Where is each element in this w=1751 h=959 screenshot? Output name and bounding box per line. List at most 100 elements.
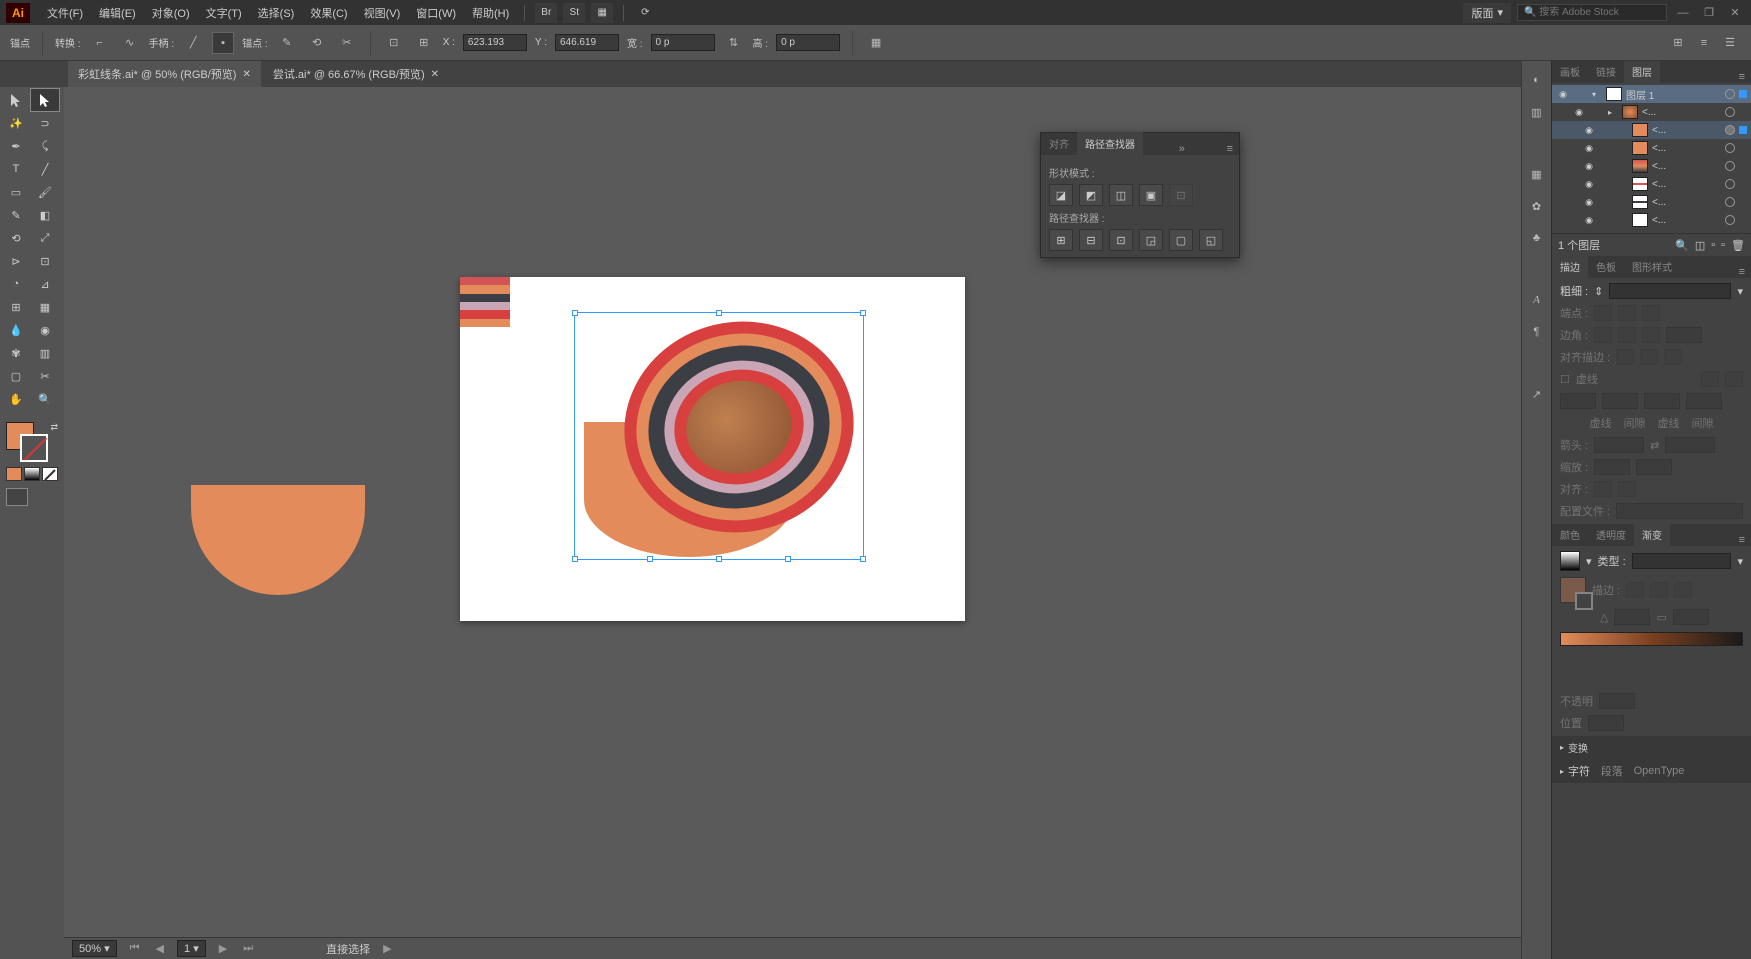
exclude-button[interactable]: ▣: [1139, 184, 1163, 206]
panel-menu-icon[interactable]: ≡: [1733, 534, 1751, 546]
artboard-nav-field[interactable]: 1 ▾: [177, 940, 206, 957]
screen-mode-button[interactable]: [2, 484, 62, 510]
menu-type[interactable]: 文字(T): [199, 2, 249, 24]
rotate-tool[interactable]: ⟲: [2, 227, 30, 249]
menu-effect[interactable]: 效果(C): [303, 2, 354, 24]
menu-file[interactable]: 文件(F): [40, 2, 90, 24]
gradient-slider[interactable]: [1560, 650, 1743, 690]
gradient-fill-stroke[interactable]: [1560, 577, 1586, 603]
isolate-icon[interactable]: ⊡: [383, 32, 405, 54]
paintbrush-tool[interactable]: 🖌: [31, 181, 59, 203]
convert-smooth-icon[interactable]: ∿: [119, 32, 141, 54]
tab-graphic-styles[interactable]: 图形样式: [1624, 255, 1680, 278]
perspective-grid-tool[interactable]: ⊿: [31, 273, 59, 295]
width-tool[interactable]: ⊳: [2, 250, 30, 272]
layer-row[interactable]: ◉ <...: [1552, 193, 1751, 211]
control-menu-icon[interactable]: ☰: [1719, 32, 1741, 54]
link-wh-icon[interactable]: ⇅: [723, 32, 745, 54]
w-field[interactable]: [651, 34, 715, 51]
eraser-tool[interactable]: ◧: [31, 204, 59, 226]
menu-view[interactable]: 视图(V): [357, 2, 408, 24]
slice-tool[interactable]: ✂: [31, 365, 59, 387]
dock-color-icon[interactable]: ◐: [1526, 69, 1548, 91]
search-stock-input[interactable]: [1517, 4, 1667, 21]
stroke-weight-field[interactable]: [1609, 283, 1731, 299]
menu-edit[interactable]: 编辑(E): [92, 2, 143, 24]
gradient-tool[interactable]: ▦: [31, 296, 59, 318]
minus-back-button[interactable]: ◱: [1199, 229, 1223, 251]
window-close-button[interactable]: ✕: [1725, 5, 1745, 20]
tab-pathfinder[interactable]: 路径查找器: [1077, 132, 1143, 155]
trash-icon[interactable]: 🗑: [1731, 239, 1745, 252]
dock-swatches-icon[interactable]: ▥: [1526, 101, 1548, 123]
tab-align[interactable]: 对齐: [1041, 132, 1077, 155]
tab-swatches[interactable]: 色板: [1588, 255, 1624, 278]
panel-menu-icon[interactable]: ≡: [1733, 266, 1751, 278]
next-artboard-button[interactable]: ▶: [216, 942, 230, 955]
divide-button[interactable]: ⊞: [1049, 229, 1073, 251]
dock-brushes-icon[interactable]: ▦: [1526, 163, 1548, 185]
document-tab[interactable]: 尝试.ai* @ 66.67% (RGB/预览) ✕: [263, 61, 449, 87]
control-icon[interactable]: ⊞: [1667, 32, 1689, 54]
document-tab[interactable]: 彩虹线条.ai* @ 50% (RGB/预览) ✕: [68, 61, 261, 87]
dock-stroke-icon[interactable]: ♣: [1526, 227, 1548, 249]
cut-path-icon[interactable]: ✂: [336, 32, 358, 54]
tab-gradient[interactable]: 渐变: [1634, 523, 1670, 546]
prev-artboard-button[interactable]: ◀: [153, 942, 167, 955]
menu-object[interactable]: 对象(O): [145, 2, 197, 24]
menu-select[interactable]: 选择(S): [251, 2, 302, 24]
visibility-toggle[interactable]: ◉: [1582, 215, 1596, 226]
color-mode-solid[interactable]: [6, 467, 22, 481]
disclosure-icon[interactable]: ▸: [1608, 108, 1618, 117]
x-field[interactable]: [463, 34, 527, 51]
panel-collapse-icon[interactable]: »: [1173, 143, 1191, 155]
hand-tool[interactable]: ✋: [2, 388, 30, 410]
last-artboard-button[interactable]: ⏭: [240, 942, 256, 955]
tab-color[interactable]: 颜色: [1552, 523, 1588, 546]
panel-menu-icon[interactable]: ≡: [1221, 143, 1239, 155]
menu-help[interactable]: 帮助(H): [465, 2, 516, 24]
visibility-toggle[interactable]: ◉: [1582, 143, 1596, 154]
target-icon[interactable]: [1725, 179, 1735, 189]
shape-builder-tool[interactable]: ◔: [2, 273, 30, 295]
align-to-icon[interactable]: ▦: [865, 32, 887, 54]
connect-anchor-icon[interactable]: ⟲: [306, 32, 328, 54]
curvature-tool[interactable]: ⤹: [31, 135, 59, 157]
gradient-ramp[interactable]: [1560, 632, 1743, 646]
trim-button[interactable]: ⊟: [1079, 229, 1103, 251]
target-icon[interactable]: [1725, 89, 1735, 99]
arrange-docs-button[interactable]: ▦: [591, 3, 613, 23]
swap-fill-stroke-icon[interactable]: ⇄: [50, 422, 58, 433]
layer-row[interactable]: ◉ <...: [1552, 139, 1751, 157]
target-icon[interactable]: [1725, 125, 1735, 135]
target-icon[interactable]: [1725, 215, 1735, 225]
layer-row[interactable]: ◉ ▾ 图层 1: [1552, 85, 1751, 103]
pen-tool[interactable]: ✒: [2, 135, 30, 157]
layer-row[interactable]: ◉ <...: [1552, 121, 1751, 139]
canvas[interactable]: [64, 87, 1521, 937]
outline-button[interactable]: ▢: [1169, 229, 1193, 251]
visibility-toggle[interactable]: ◉: [1582, 197, 1596, 208]
visibility-toggle[interactable]: ◉: [1572, 107, 1586, 118]
target-icon[interactable]: [1725, 161, 1735, 171]
h-field[interactable]: [776, 34, 840, 51]
sync-icon[interactable]: ⟳: [634, 3, 656, 23]
new-layer-icon[interactable]: ▫: [1721, 239, 1725, 251]
window-minimize-button[interactable]: —: [1673, 5, 1693, 20]
symbol-sprayer-tool[interactable]: ✾: [2, 342, 30, 364]
fill-stroke-indicator[interactable]: ⇄: [2, 420, 62, 464]
menu-window[interactable]: 窗口(W): [409, 2, 463, 24]
stroke-swatch[interactable]: [20, 434, 48, 462]
zoom-field[interactable]: 50% ▾: [72, 940, 117, 957]
stock-button[interactable]: St: [563, 3, 585, 23]
visibility-toggle[interactable]: ◉: [1582, 179, 1596, 190]
tab-close-icon[interactable]: ✕: [242, 69, 250, 80]
line-tool[interactable]: ╱: [31, 158, 59, 180]
color-mode-none[interactable]: [42, 467, 58, 481]
layer-name[interactable]: 图层 1: [1626, 87, 1721, 102]
type-tool[interactable]: T: [2, 158, 30, 180]
new-sublayer-icon[interactable]: ▫: [1711, 239, 1715, 251]
lasso-tool[interactable]: ⊃: [31, 112, 59, 134]
tab-close-icon[interactable]: ✕: [431, 69, 439, 80]
first-artboard-button[interactable]: ⏮: [127, 942, 143, 955]
